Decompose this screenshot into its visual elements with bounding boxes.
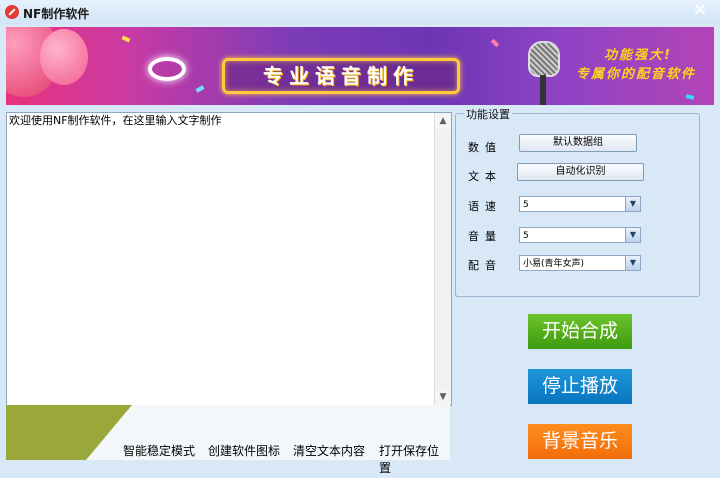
balloon-decoration — [40, 29, 88, 85]
clear-text-link[interactable]: 清空文本内容 — [293, 442, 365, 459]
volume-select[interactable]: 5 ▼ — [519, 227, 641, 243]
voice-select[interactable]: 小易(青年女声) ▼ — [519, 255, 641, 271]
default-data-group-button[interactable]: 默认数据组 — [519, 134, 637, 152]
banner-slogan-line2: 专属你的配音软件 — [576, 67, 697, 82]
confetti-decoration — [490, 38, 500, 48]
app-logo-icon — [5, 5, 19, 19]
text-input-area[interactable]: 欢迎使用NF制作软件，在这里输入文字制作 — [7, 113, 437, 403]
banner-title-frame: 专业语音制作 — [222, 58, 460, 94]
banner-slogan-line1: 功能强大! — [604, 48, 672, 63]
chevron-down-icon[interactable]: ▼ — [625, 228, 640, 242]
voice-label: 配音 — [468, 259, 502, 272]
scroll-down-icon[interactable]: ▼ — [435, 389, 451, 405]
microphone-stand — [540, 75, 546, 105]
olive-decoration — [6, 405, 132, 460]
scroll-up-icon[interactable]: ▲ — [435, 113, 451, 129]
start-synthesis-button[interactable]: 开始合成 — [528, 314, 632, 349]
text-editor-panel: 欢迎使用NF制作软件，在这里输入文字制作 ▲ ▼ — [6, 112, 452, 406]
function-settings-group: 功能设置 数值 默认数据组 文本 自动化识别 语速 5 ▼ 音量 5 ▼ 配音 … — [455, 106, 700, 297]
voice-select-value: 小易(青年女声) — [523, 259, 585, 269]
ring-decoration — [148, 57, 186, 81]
window-title: NF制作软件 — [23, 7, 90, 21]
banner-title: 专业语音制作 — [263, 64, 419, 88]
smart-stable-mode-link[interactable]: 智能稳定模式 — [123, 442, 195, 459]
text-label: 文本 — [468, 170, 502, 183]
stop-playback-button[interactable]: 停止播放 — [528, 369, 632, 404]
vertical-scrollbar[interactable]: ▲ ▼ — [434, 113, 451, 405]
chevron-down-icon[interactable]: ▼ — [625, 256, 640, 270]
confetti-decoration — [195, 85, 205, 93]
title-bar: NF制作软件 ✕ — [0, 0, 720, 24]
speed-label: 语速 — [468, 200, 502, 213]
speed-select-value: 5 — [523, 200, 529, 210]
chevron-down-icon[interactable]: ▼ — [625, 197, 640, 211]
auto-recognize-button[interactable]: 自动化识别 — [517, 163, 644, 181]
settings-legend: 功能设置 — [464, 106, 512, 122]
microphone-icon — [528, 41, 560, 77]
open-save-location-link[interactable]: 打开保存位置 — [379, 442, 450, 476]
volume-label: 音量 — [468, 230, 502, 243]
main-window: NF制作软件 ✕ 专业语音制作 功能强大! 专属你的配音软件 欢迎使用NF制作软… — [0, 0, 720, 478]
bottom-toolbar: 智能稳定模式 创建软件图标 清空文本内容 打开保存位置 — [6, 405, 450, 475]
background-music-button[interactable]: 背景音乐 — [528, 424, 632, 459]
banner-image: 专业语音制作 功能强大! 专属你的配音软件 — [6, 27, 714, 105]
confetti-decoration — [121, 35, 131, 43]
value-label: 数值 — [468, 141, 502, 154]
create-shortcut-link[interactable]: 创建软件图标 — [208, 442, 280, 459]
volume-select-value: 5 — [523, 231, 529, 241]
confetti-decoration — [685, 94, 695, 100]
speed-select[interactable]: 5 ▼ — [519, 196, 641, 212]
close-icon[interactable]: ✕ — [690, 1, 710, 21]
